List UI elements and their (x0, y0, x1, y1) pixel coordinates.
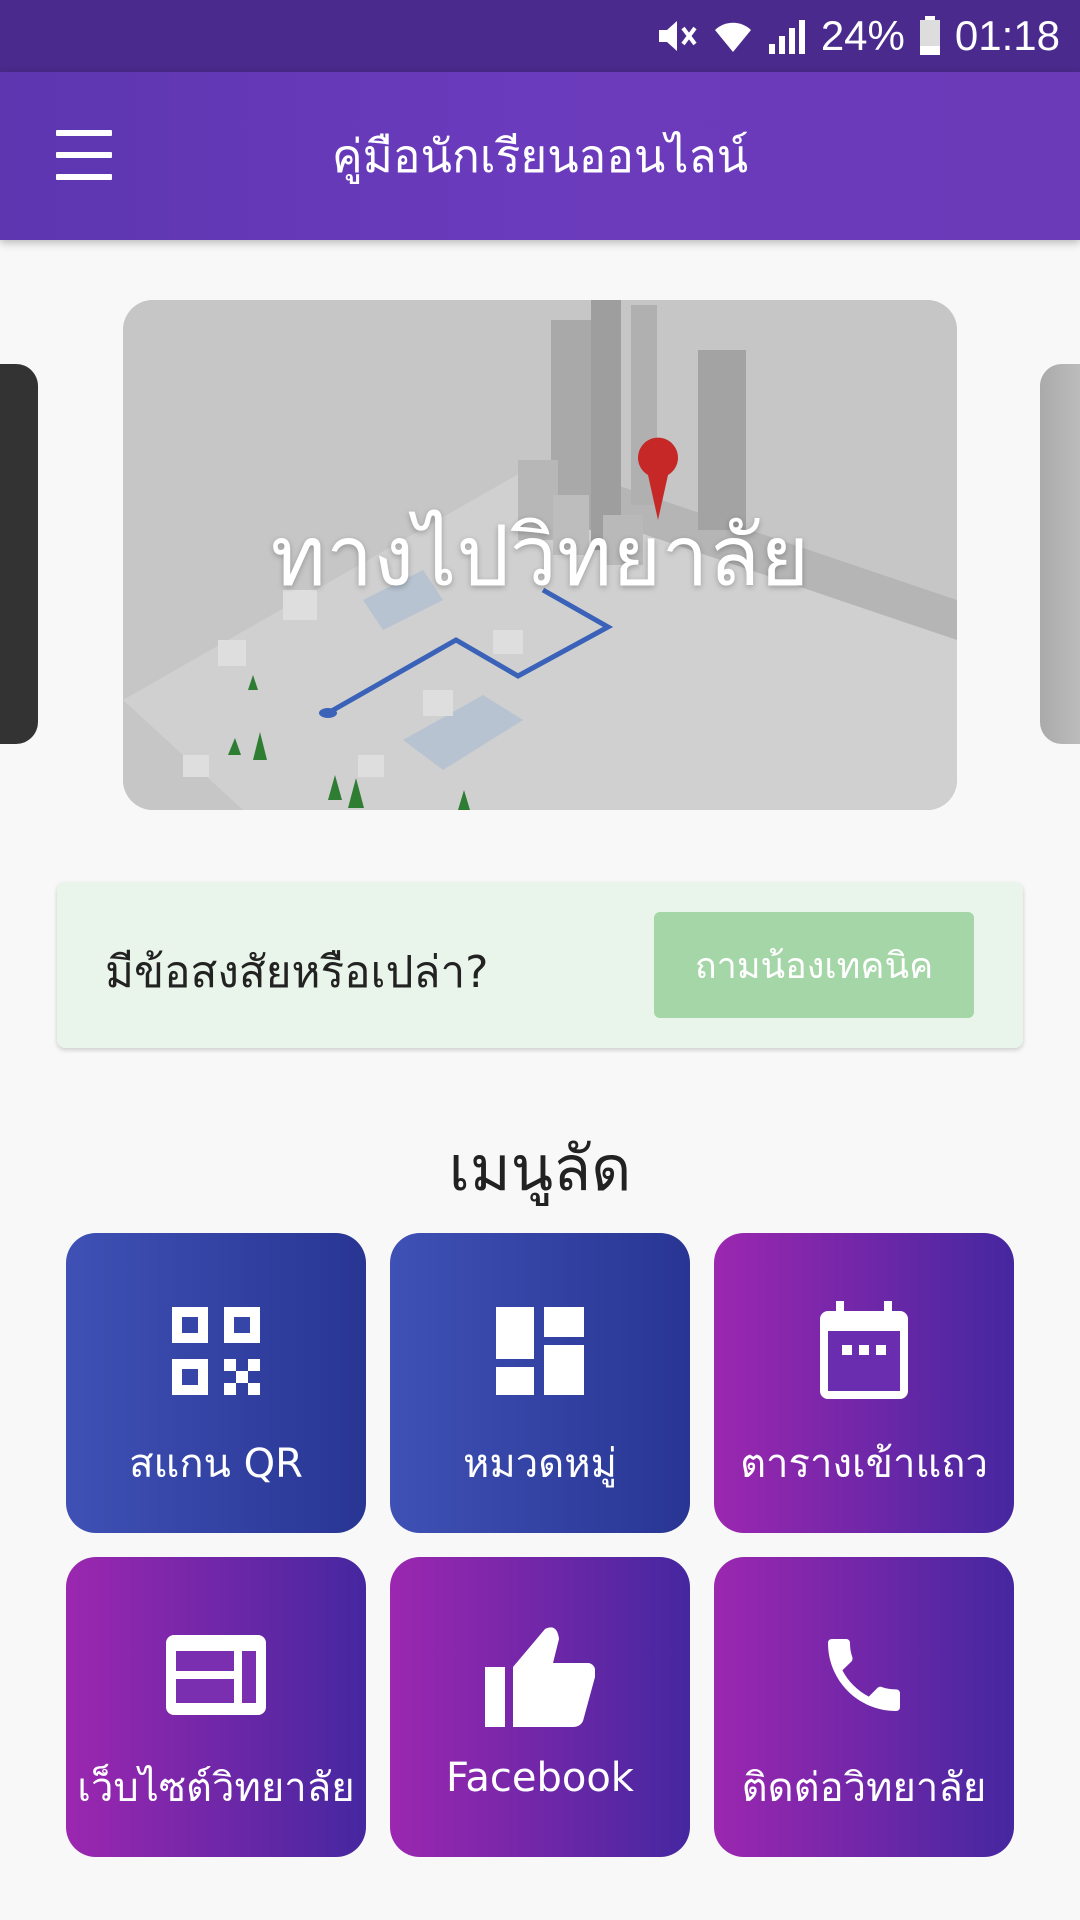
tile-label: เว็บไซต์วิทยาลัย (77, 1765, 355, 1811)
battery-icon (919, 16, 941, 56)
menu-icon[interactable] (56, 130, 112, 180)
tile-label: หมวดหมู่ (463, 1441, 617, 1487)
help-card: มีข้อสงสัยหรือเปล่า? ถามน้องเทคนิค (57, 882, 1023, 1048)
signal-icon (767, 16, 807, 56)
app-title: คู่มือนักเรียนออนไลน์ (331, 128, 749, 183)
web-icon (66, 1625, 366, 1725)
banner-title: ทางไปวิทยาลัย (270, 507, 810, 605)
status-bar: 24% 01:18 (0, 0, 1080, 72)
college-website-tile[interactable]: เว็บไซต์วิทยาลัย (66, 1557, 366, 1857)
thumb-up-icon (390, 1625, 690, 1727)
battery-percent: 24% (820, 12, 905, 59)
shortcut-menu-title: เมนูลัด (448, 1132, 632, 1205)
wifi-icon (713, 16, 753, 56)
clock: 01:18 (954, 12, 1060, 59)
dashboard-icon (390, 1301, 690, 1401)
banner-directions[interactable]: ทางไปวิทยาลัย (123, 300, 957, 810)
tile-label: ติดต่อวิทยาลัย (741, 1765, 987, 1811)
facebook-tile[interactable]: Facebook (390, 1557, 690, 1857)
carousel-next-card[interactable] (1040, 364, 1080, 744)
carousel-prev-card[interactable] (0, 364, 38, 744)
categories-tile[interactable]: หมวดหมู่ (390, 1233, 690, 1533)
mute-icon (655, 16, 699, 56)
tile-label: ตารางเข้าแถว (740, 1441, 988, 1487)
tile-label: สแกน QR (129, 1441, 303, 1487)
assembly-schedule-tile[interactable]: ตารางเข้าแถว (714, 1233, 1014, 1533)
qr-code-icon (66, 1301, 366, 1401)
ask-technician-button[interactable]: ถามน้องเทคนิค (654, 912, 974, 1018)
calendar-icon (714, 1301, 1014, 1401)
scan-qr-tile[interactable]: สแกน QR (66, 1233, 366, 1533)
tile-label: Facebook (446, 1755, 634, 1801)
app-bar: คู่มือนักเรียนออนไลน์ (0, 72, 1080, 240)
help-question: มีข้อสงสัยหรือเปล่า? (105, 947, 489, 998)
contact-college-tile[interactable]: ติดต่อวิทยาลัย (714, 1557, 1014, 1857)
phone-icon (714, 1625, 1014, 1725)
